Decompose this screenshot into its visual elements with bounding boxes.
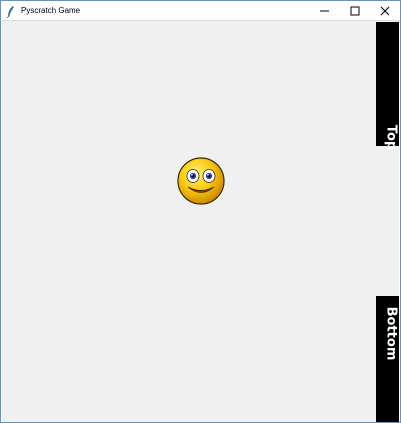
caption-buttons (310, 1, 400, 20)
top-bar-label: Top (383, 124, 399, 151)
game-canvas[interactable]: Top Bottom (2, 20, 399, 422)
bottom-bar-sprite[interactable]: Bottom (376, 296, 399, 422)
close-icon (380, 6, 390, 15)
smiley-face-icon[interactable] (176, 156, 226, 206)
close-button[interactable] (370, 1, 400, 20)
feather-icon (6, 5, 16, 18)
minimize-button[interactable] (310, 1, 340, 20)
maximize-button[interactable] (340, 1, 370, 20)
minimize-icon (320, 10, 329, 11)
maximize-icon (350, 6, 360, 15)
window-title: Pyscratch Game (21, 6, 81, 15)
top-bar-sprite[interactable]: Top (376, 22, 399, 150)
game-window: Pyscratch Game Top Bottom (0, 0, 401, 423)
bottom-bar-label: Bottom (383, 306, 399, 361)
title-bar[interactable]: Pyscratch Game (1, 1, 400, 20)
